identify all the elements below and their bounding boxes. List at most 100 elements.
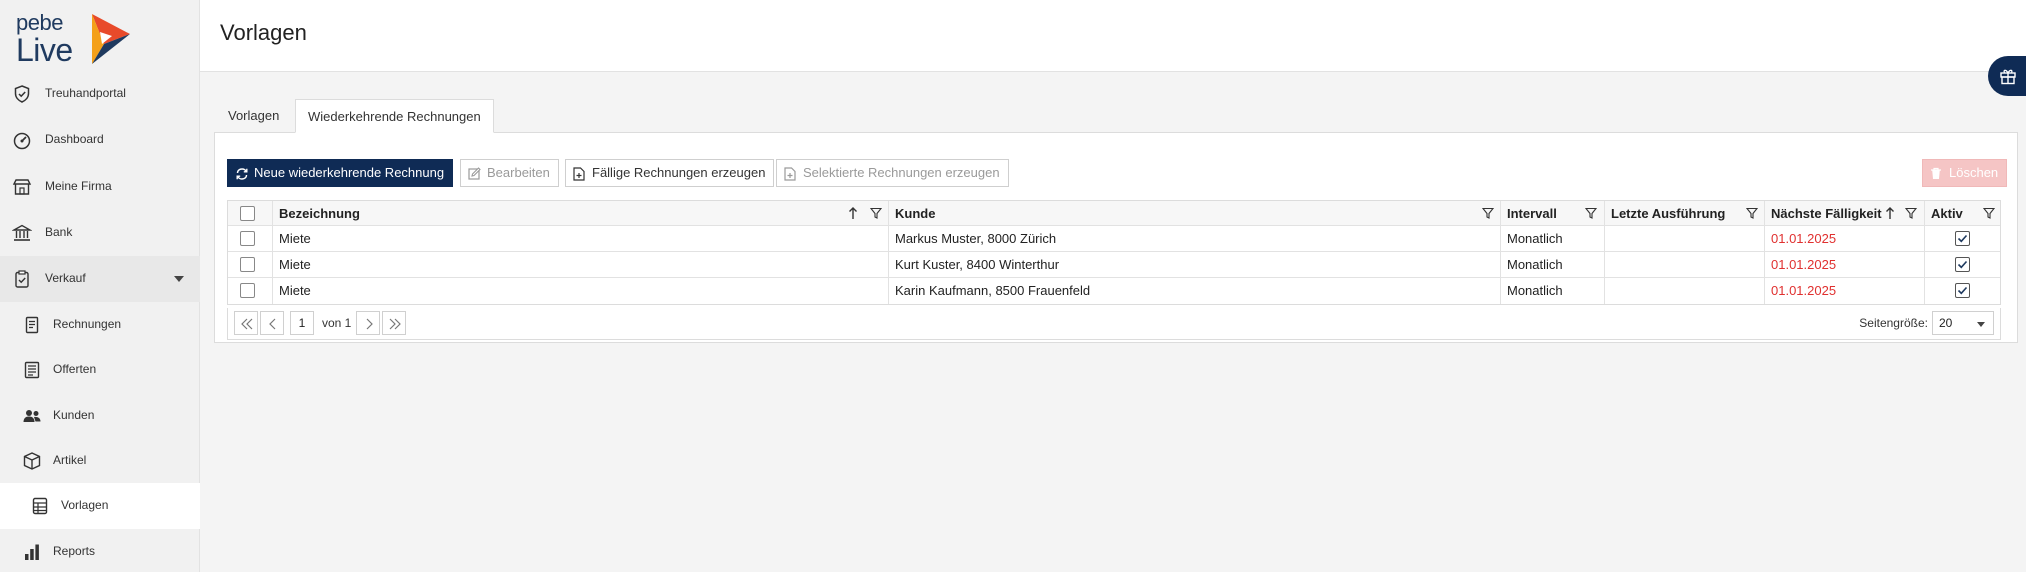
shield-check-icon: [14, 85, 30, 103]
chevron-left-icon: [269, 318, 276, 330]
gift-icon: [2000, 69, 2016, 85]
filter-icon[interactable]: [1585, 207, 1597, 219]
sort-ascending-icon[interactable]: [1885, 206, 1895, 220]
active-checkbox[interactable]: [1955, 231, 1970, 246]
sidebar-item-offerten[interactable]: Offerten: [0, 347, 200, 393]
cell-last-run: [1605, 278, 1765, 304]
brand-logo[interactable]: pebe Live: [14, 8, 144, 68]
chevron-down-icon: [174, 276, 184, 282]
next-page-button[interactable]: [356, 311, 380, 335]
new-recurring-invoice-button[interactable]: Neue wiederkehrende Rechnung: [227, 159, 454, 187]
table-row[interactable]: Miete Karin Kaufmann, 8500 Frauenfeld Mo…: [228, 278, 2000, 304]
sidebar-item-treuhandportal[interactable]: Treuhandportal: [0, 71, 200, 117]
cell-interval: Monatlich: [1501, 278, 1605, 304]
cell-active: [1925, 252, 2000, 277]
bank-icon: [12, 224, 32, 241]
last-page-button[interactable]: [382, 311, 406, 335]
sidebar-item-vorlagen[interactable]: Vorlagen: [0, 483, 200, 529]
tab-vorlagen[interactable]: Vorlagen: [216, 99, 291, 133]
sidebar-item-reports[interactable]: Reports: [0, 529, 200, 572]
filter-icon[interactable]: [1905, 207, 1917, 219]
cell-last-run: [1605, 252, 1765, 277]
sidebar-item-label: Reports: [53, 544, 96, 558]
column-header-interval[interactable]: Intervall: [1501, 201, 1605, 225]
cell-name: Miete: [273, 252, 889, 277]
check-icon: [1957, 260, 1968, 269]
filter-icon[interactable]: [1482, 207, 1494, 219]
check-icon: [1957, 286, 1968, 295]
column-header-name[interactable]: Bezeichnung: [273, 201, 889, 225]
column-header-label: Bezeichnung: [279, 206, 360, 221]
column-header-label: Letzte Ausführung: [1611, 206, 1726, 221]
column-header-label: Nächste Fälligkeit: [1771, 206, 1882, 221]
sidebar-item-rechnungen[interactable]: Rechnungen: [0, 302, 200, 348]
column-header-customer[interactable]: Kunde: [889, 201, 1501, 225]
cell-next-due: 01.01.2025: [1765, 252, 1925, 277]
chevron-right-icon: [366, 318, 373, 330]
sidebar-item-label: Dashboard: [45, 132, 104, 146]
active-checkbox[interactable]: [1955, 283, 1970, 298]
sidebar-item-label: Verkauf: [45, 271, 86, 285]
gift-button[interactable]: [1988, 56, 2026, 96]
cell-next-due: 01.01.2025: [1765, 278, 1925, 304]
generate-selected-invoices-button[interactable]: Selektierte Rechnungen erzeugen: [776, 159, 1009, 187]
column-header-active[interactable]: Aktiv: [1925, 201, 2000, 225]
file-plus-icon: [573, 167, 585, 181]
cell-name: Miete: [273, 278, 889, 304]
page-size-select[interactable]: 20: [1932, 311, 1994, 335]
page-count-label: von 1: [322, 316, 352, 330]
sidebar-item-kunden[interactable]: Kunden: [0, 393, 200, 439]
sidebar-item-bank[interactable]: Bank: [0, 210, 200, 256]
sidebar-item-label: Artikel: [53, 453, 87, 467]
edit-button[interactable]: Bearbeiten: [460, 159, 559, 187]
generate-due-invoices-button[interactable]: Fällige Rechnungen erzeugen: [565, 159, 775, 187]
cell-next-due: 01.01.2025: [1765, 226, 1925, 251]
row-checkbox[interactable]: [240, 231, 255, 246]
filter-icon[interactable]: [1746, 207, 1758, 219]
cell-name: Miete: [273, 226, 889, 251]
box-icon: [23, 452, 41, 470]
table-row[interactable]: Miete Markus Muster, 8000 Zürich Monatli…: [228, 226, 2000, 252]
recurring-invoices-table: Bezeichnung Kunde Intervall Letzte Ausfü…: [227, 200, 2001, 305]
cell-interval: Monatlich: [1501, 252, 1605, 277]
sidebar-item-dashboard[interactable]: Dashboard: [0, 117, 200, 163]
page-size-value: 20: [1939, 316, 1953, 330]
column-header-next-due[interactable]: Nächste Fälligkeit: [1765, 201, 1925, 225]
sidebar-item-meine-firma[interactable]: Meine Firma: [0, 164, 200, 210]
page-title: Vorlagen: [220, 20, 307, 45]
row-checkbox[interactable]: [240, 257, 255, 272]
file-plus-icon: [784, 167, 796, 181]
sidebar-item-label: Bank: [45, 225, 73, 239]
new-recurring-invoice-label: Neue wiederkehrende Rechnung: [254, 165, 445, 180]
sidebar: pebe Live Treuhandportal Dashboard Meine…: [0, 0, 200, 572]
select-all-checkbox[interactable]: [240, 206, 255, 221]
delete-label: Löschen: [1949, 165, 1999, 180]
table-header-row: Bezeichnung Kunde Intervall Letzte Ausfü…: [228, 201, 2000, 226]
row-checkbox[interactable]: [240, 283, 255, 298]
delete-button[interactable]: Löschen: [1922, 159, 2008, 187]
document-icon: [25, 316, 39, 334]
column-header-label: Aktiv: [1931, 206, 1963, 221]
active-checkbox[interactable]: [1955, 257, 1970, 272]
row-select-cell: [228, 226, 273, 251]
edit-label: Bearbeiten: [487, 165, 550, 180]
check-icon: [1957, 234, 1968, 243]
cell-last-run: [1605, 226, 1765, 251]
table-row[interactable]: Miete Kurt Kuster, 8400 Winterthur Monat…: [228, 252, 2000, 278]
filter-icon[interactable]: [1983, 207, 1995, 219]
first-page-button[interactable]: [234, 311, 258, 335]
filter-icon[interactable]: [870, 207, 882, 219]
chevron-down-icon: [1977, 322, 1985, 327]
cell-active: [1925, 226, 2000, 251]
template-icon: [32, 497, 48, 515]
cell-customer: Karin Kaufmann, 8500 Frauenfeld: [889, 278, 1501, 304]
sidebar-item-label: Rechnungen: [53, 317, 122, 331]
column-header-last-run[interactable]: Letzte Ausführung: [1605, 201, 1765, 225]
previous-page-button[interactable]: [260, 311, 284, 335]
page-number-input[interactable]: 1: [290, 311, 314, 335]
sort-ascending-icon[interactable]: [848, 206, 858, 220]
cell-active: [1925, 278, 2000, 304]
tab-wiederkehrende-rechnungen[interactable]: Wiederkehrende Rechnungen: [295, 99, 494, 133]
sidebar-item-artikel[interactable]: Artikel: [0, 438, 200, 484]
sidebar-item-verkauf[interactable]: Verkauf: [0, 256, 200, 302]
